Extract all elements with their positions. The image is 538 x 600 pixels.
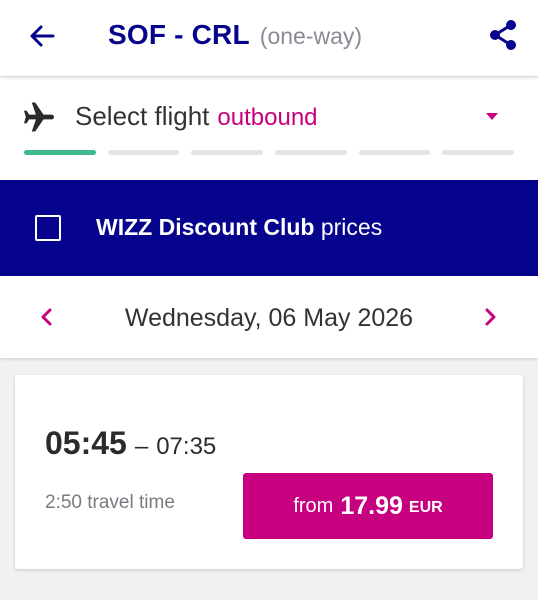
price-prefix: from (293, 494, 334, 517)
dropdown-caret-icon[interactable] (486, 113, 498, 120)
share-icon (490, 20, 516, 50)
progress-step (107, 150, 180, 155)
arrival-time: 07:35 (156, 433, 217, 460)
progress-step (191, 150, 264, 155)
flight-times: 05:45 – 07:35 (45, 425, 216, 462)
route-title: SOF - CRL (one-way) (108, 19, 362, 53)
progress-step (24, 150, 96, 155)
discount-club-checkbox[interactable] (35, 215, 61, 241)
price-amount: 17.99 (340, 491, 403, 520)
plane-icon (24, 102, 54, 132)
chevron-right-icon (485, 308, 496, 326)
flight-card[interactable]: 05:45 – 07:35 2:50 travel time from 17.9… (15, 375, 523, 569)
departure-time: 05:45 (45, 425, 127, 461)
discount-club-suffix: prices (320, 214, 383, 240)
discount-club-brand: WIZZ Discount Club (96, 214, 315, 240)
selected-date: Wednesday, 06 May 2026 (124, 304, 414, 332)
progress-step (275, 150, 347, 155)
next-date-button[interactable] (473, 300, 507, 334)
price-currency: EUR (408, 499, 443, 516)
back-button[interactable] (22, 18, 62, 54)
share-button[interactable] (484, 16, 522, 54)
flight-direction-select[interactable]: Select flight outbound (75, 101, 318, 133)
time-separator: – (134, 433, 149, 460)
discount-club-label: WIZZ Discount Club prices (96, 214, 382, 241)
travel-time: 2:50 travel time (45, 492, 175, 513)
progress-step (358, 150, 431, 155)
date-navigator: Wednesday, 06 May 2026 (0, 276, 538, 358)
select-flight-label: Select flight (75, 101, 210, 131)
booking-progress (24, 150, 515, 156)
route-code: SOF - CRL (108, 19, 250, 50)
direction-value: outbound (217, 104, 318, 131)
select-price-button[interactable]: from 17.99 EUR (243, 473, 493, 539)
flight-selector: Select flight outbound (0, 77, 538, 180)
arrow-left-icon (30, 25, 55, 47)
progress-step (442, 150, 515, 155)
app-header: SOF - CRL (one-way) (0, 0, 538, 76)
discount-club-toggle[interactable]: WIZZ Discount Club prices (0, 180, 538, 276)
trip-type: (one-way) (259, 23, 363, 49)
